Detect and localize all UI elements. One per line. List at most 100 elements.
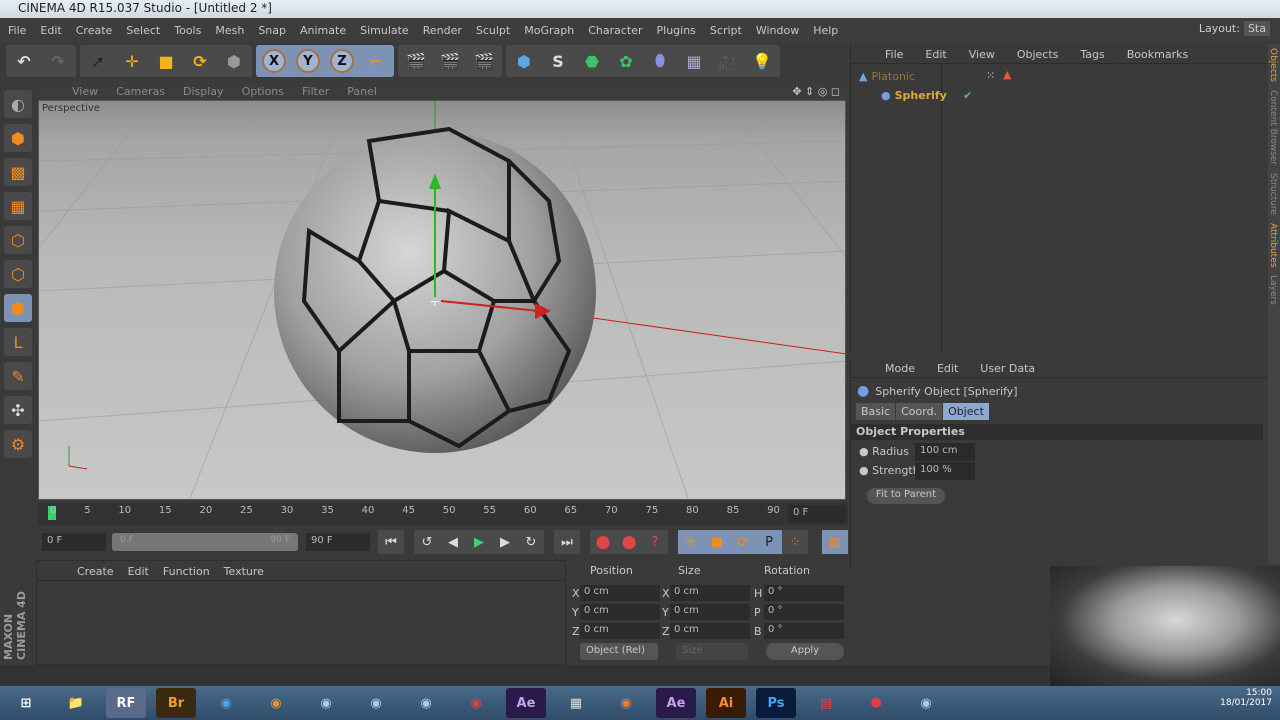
objects-menu-objects[interactable]: Objects <box>1017 48 1059 63</box>
viewport-menu-panel[interactable]: Panel <box>347 85 377 98</box>
taskbar-app-browser[interactable]: ◉ <box>206 688 246 718</box>
viewport-menu-options[interactable]: Options <box>242 85 284 98</box>
workplane-icon[interactable]: ▦ <box>4 192 32 220</box>
tab-basic[interactable]: Basic <box>856 403 896 420</box>
taskbar-app-c4d[interactable]: ◉ <box>306 688 346 718</box>
key-position-icon[interactable]: ✛ <box>678 530 704 554</box>
taskbar-app-illustrator[interactable]: Ai <box>706 688 746 718</box>
z-axis-lock-icon[interactable]: Z <box>326 46 358 76</box>
attributes-menu-edit[interactable]: Edit <box>937 362 958 377</box>
menu-simulate[interactable]: Simulate <box>360 24 409 37</box>
lock-workplane-icon[interactable]: ⚙ <box>4 430 32 458</box>
key-pla-icon[interactable]: ⁘ <box>782 530 808 554</box>
rotate-tool-icon[interactable]: ⟳ <box>184 46 216 76</box>
size-x-field[interactable]: 0 cm <box>670 585 750 601</box>
go-to-start-icon[interactable]: ⏮ <box>378 530 404 554</box>
deformer-icon[interactable]: ⬮ <box>644 46 676 76</box>
menu-create[interactable]: Create <box>76 24 113 37</box>
next-frame-icon[interactable]: ▶ <box>492 530 518 554</box>
objects-menu-view[interactable]: View <box>969 48 995 63</box>
timeline-layout-icon[interactable]: ▥ <box>822 530 848 554</box>
taskbar-app-pdf[interactable]: ▤ <box>806 688 846 718</box>
coordinate-system-icon[interactable]: ⌐ <box>360 46 392 76</box>
tab-coord[interactable]: Coord. <box>896 403 943 420</box>
key-rotation-icon[interactable]: ⟳ <box>730 530 756 554</box>
cube-icon[interactable]: ⬢ <box>508 46 540 76</box>
array-icon[interactable]: ✿ <box>610 46 642 76</box>
size-z-field[interactable]: 0 cm <box>670 623 750 639</box>
phong-tag-icon[interactable]: ⁙ <box>986 69 995 82</box>
menu-help[interactable]: Help <box>813 24 838 37</box>
render-view-icon[interactable]: 🎬 <box>400 46 432 76</box>
light-icon[interactable]: 💡 <box>746 46 778 76</box>
viewport-navigation-icons[interactable]: ✥ ⇕ ◎ ◻ <box>792 85 840 98</box>
objects-menu-edit[interactable]: Edit <box>925 48 946 63</box>
previous-frame-icon[interactable]: ◀ <box>440 530 466 554</box>
position-z-field[interactable]: 0 cm <box>580 623 660 639</box>
viewport-menu-cameras[interactable]: Cameras <box>116 85 165 98</box>
taskbar-app-after-effects[interactable]: Ae <box>506 688 546 718</box>
tweak-mode-icon[interactable]: ✎ <box>4 362 32 390</box>
menu-window[interactable]: Window <box>756 24 799 37</box>
start-button[interactable]: ⊞ <box>6 688 46 718</box>
radius-field[interactable]: 100 cm <box>915 443 975 461</box>
menu-snap[interactable]: Snap <box>258 24 286 37</box>
go-to-end-icon[interactable]: ⏭ <box>554 530 580 554</box>
attributes-menu-user-data[interactable]: User Data <box>980 362 1035 377</box>
apply-button[interactable]: Apply <box>766 643 844 660</box>
key-scale-icon[interactable]: ■ <box>704 530 730 554</box>
last-tool-icon[interactable]: ⬢ <box>218 46 250 76</box>
size-mode-dropdown[interactable]: Size <box>676 643 748 660</box>
explorer-icon[interactable]: 📁 <box>56 688 96 718</box>
menu-character[interactable]: Character <box>588 24 642 37</box>
strength-field[interactable]: 100 % <box>915 462 975 480</box>
record-keys-icon[interactable]: ⬤ <box>590 530 616 554</box>
key-parameter-icon[interactable]: P <box>756 530 782 554</box>
taskbar-app-chrome[interactable]: ◉ <box>456 688 496 718</box>
polygons-mode-icon[interactable]: ⬢ <box>4 294 32 322</box>
edges-mode-icon[interactable]: ⬡ <box>4 260 32 288</box>
next-key-icon[interactable]: ↻ <box>518 530 544 554</box>
menu-select[interactable]: Select <box>126 24 160 37</box>
menu-animate[interactable]: Animate <box>300 24 346 37</box>
side-tab-objects[interactable]: Objects <box>1268 44 1278 86</box>
viewport-menu-filter[interactable]: Filter <box>302 85 329 98</box>
end-frame-field[interactable]: 90 F <box>306 533 370 551</box>
menu-edit[interactable]: Edit <box>40 24 61 37</box>
material-menu-edit[interactable]: Edit <box>128 565 149 580</box>
rotation-h-field[interactable]: 0 ° <box>764 585 844 601</box>
current-frame-field[interactable]: 0 F <box>788 505 846 523</box>
material-tag-icon[interactable]: ▲ <box>1003 68 1011 81</box>
spline-pen-icon[interactable]: S <box>542 46 574 76</box>
tab-object[interactable]: Object <box>943 403 989 420</box>
object-row-spherify[interactable]: ● Spherify <box>881 89 947 102</box>
material-menu-function[interactable]: Function <box>163 565 210 580</box>
y-axis-lock-icon[interactable]: Y <box>292 46 324 76</box>
axis-mode-icon[interactable]: L <box>4 328 32 356</box>
side-tab-attributes[interactable]: Attributes <box>1268 219 1278 271</box>
taskbar-app-after-effects-2[interactable]: Ae <box>656 688 696 718</box>
layout-selector[interactable]: Layout: Sta <box>1199 21 1270 36</box>
redo-icon[interactable]: ↷ <box>42 46 74 76</box>
menu-render[interactable]: Render <box>423 24 462 37</box>
menu-plugins[interactable]: Plugins <box>657 24 696 37</box>
coordinate-mode-dropdown[interactable]: Object (Rel) <box>580 643 658 660</box>
material-menu-create[interactable]: Create <box>77 565 114 580</box>
attributes-menu-mode[interactable]: Mode <box>885 362 915 377</box>
x-axis-lock-icon[interactable]: X <box>258 46 290 76</box>
taskbar-app-calendar[interactable]: ▦ <box>556 688 596 718</box>
render-picture-viewer-icon[interactable]: 🎬 <box>434 46 466 76</box>
move-tool-icon[interactable]: ✛ <box>116 46 148 76</box>
menu-file[interactable]: File <box>8 24 26 37</box>
menu-tools[interactable]: Tools <box>174 24 201 37</box>
timeline-ruler[interactable]: 0 5 10 15 20 25 30 35 40 45 50 55 60 65 70 75 80 85 90 0 F <box>38 503 848 525</box>
position-y-field[interactable]: 0 cm <box>580 604 660 620</box>
material-menu-texture[interactable]: Texture <box>224 565 264 580</box>
viewport-menu-view[interactable]: View <box>72 85 98 98</box>
model-mode-icon[interactable]: ⬢ <box>4 124 32 152</box>
autokeying-icon[interactable]: ⬤ <box>616 530 642 554</box>
taskbar-app-rf[interactable]: RF <box>106 688 146 718</box>
undo-icon[interactable]: ↶ <box>8 46 40 76</box>
menu-script[interactable]: Script <box>710 24 742 37</box>
position-x-field[interactable]: 0 cm <box>580 585 660 601</box>
